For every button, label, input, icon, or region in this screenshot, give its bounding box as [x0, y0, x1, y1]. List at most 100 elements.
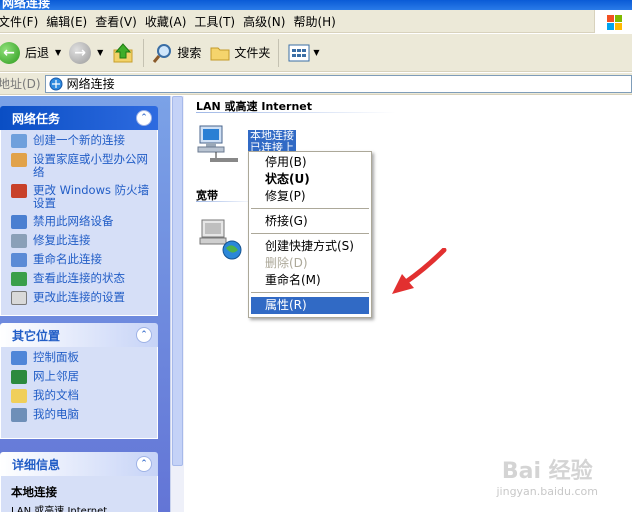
windows-logo-icon [594, 10, 632, 33]
task-label: 查看此连接的状态 [33, 271, 125, 285]
other-places-title: 其它位置 [12, 328, 61, 343]
network-tasks-header[interactable]: 网络任务 ⌃ [0, 106, 158, 130]
control-panel-icon [11, 351, 27, 365]
menu-item-rename[interactable]: 重命名(M) [251, 272, 369, 289]
task-change-settings[interactable]: 更改此连接的设置 [11, 291, 151, 305]
toolbar-separator [278, 38, 280, 67]
menu-file[interactable]: 文件(F) [0, 13, 44, 30]
my-computer-icon [11, 408, 27, 422]
task-label: 更改此连接的设置 [33, 290, 125, 304]
up-button[interactable] [107, 37, 139, 69]
group-lan-divider [196, 112, 396, 113]
menu-item-delete: 删除(D) [265, 256, 308, 270]
menu-edit[interactable]: 编辑(E) [46, 13, 93, 30]
details-type: LAN 或高速 Internet [11, 506, 108, 512]
menu-item-status[interactable]: 状态(U) [251, 171, 369, 188]
search-button[interactable]: 搜索 [148, 37, 205, 69]
folder-icon [210, 47, 230, 60]
task-label: 创建一个新的连接 [33, 133, 125, 147]
toolbar: ← 后退 ▼ → ▼ 搜索 文件夹 ▼ [0, 34, 632, 72]
watermark-brand: Bai 经验 [501, 459, 593, 484]
toolbar-separator [143, 38, 145, 67]
menu-separator [251, 208, 369, 209]
collapse-icon[interactable]: ⌃ [136, 327, 152, 343]
task-firewall[interactable]: 更改 Windows 防火墙设置 [11, 184, 151, 210]
menu-item-bridge[interactable]: 桥接(G) [251, 213, 369, 230]
menu-advanced[interactable]: 高级(N) [243, 13, 291, 30]
views-dropdown-icon: ▼ [313, 48, 320, 57]
network-tasks-title: 网络任务 [12, 111, 61, 126]
task-repair[interactable]: 修复此连接 [11, 234, 151, 248]
place-label: 我的文档 [33, 388, 79, 402]
back-dropdown-icon[interactable]: ▼ [55, 48, 61, 57]
repair-icon [11, 234, 27, 248]
network-tasks-panel: 网络任务 ⌃ 创建一个新的连接 设置家庭或小型办公网络 更改 Windows 防… [0, 106, 158, 316]
menu-tools[interactable]: 工具(T) [194, 13, 241, 30]
menu-view[interactable]: 查看(V) [95, 13, 143, 30]
task-label: 设置家庭或小型办公网络 [33, 152, 148, 179]
firewall-icon [11, 184, 27, 198]
scrollbar-thumb[interactable] [172, 96, 183, 466]
network-tasks-body: 创建一个新的连接 设置家庭或小型办公网络 更改 Windows 防火墙设置 禁用… [0, 130, 158, 316]
task-label: 重命名此连接 [33, 252, 102, 266]
folders-button[interactable]: 文件夹 [205, 37, 274, 69]
task-rename[interactable]: 重命名此连接 [11, 253, 151, 267]
details-body: 本地连接 LAN 或高速 Internet [0, 476, 158, 512]
network-places-icon [11, 370, 27, 384]
back-label: 后退 [25, 46, 50, 60]
collapse-icon[interactable]: ⌃ [136, 110, 152, 126]
task-pane: 网络任务 ⌃ 创建一个新的连接 设置家庭或小型办公网络 更改 Windows 防… [0, 96, 184, 512]
task-label: 更改 Windows 防火墙设置 [33, 183, 150, 210]
place-my-computer[interactable]: 我的电脑 [11, 408, 151, 422]
menu-item-disable[interactable]: 停用(B) [251, 154, 369, 171]
address-value: 网络连接 [66, 77, 115, 91]
menu-help[interactable]: 帮助(H) [293, 13, 341, 30]
group-broadband-divider [196, 201, 256, 202]
collapse-icon[interactable]: ⌃ [136, 456, 152, 472]
address-bar: 地址(D) 网络连接 [0, 73, 632, 95]
menu-item-repair[interactable]: 修复(P) [251, 188, 369, 205]
forward-button[interactable]: → ▼ [65, 37, 107, 69]
address-label: 地址(D) [0, 77, 41, 91]
menu-favorites[interactable]: 收藏(A) [145, 13, 193, 30]
title-bar: 网络连接 [0, 0, 632, 10]
other-places-panel: 其它位置 ⌃ 控制面板 网上邻居 我的文档 我的电脑 [0, 323, 158, 439]
menu-item-properties[interactable]: 属性(R) [251, 297, 369, 314]
network-connections-icon [49, 77, 63, 90]
rename-icon [11, 253, 27, 267]
back-arrow-icon: ← [0, 41, 20, 64]
details-header[interactable]: 详细信息 ⌃ [0, 452, 158, 476]
place-label: 网上邻居 [33, 369, 79, 383]
watermark: Bai 经验 jingyan.baidu.com [496, 453, 598, 498]
folder-up-icon [113, 42, 133, 62]
details-name: 本地连接 [11, 485, 57, 499]
my-documents-icon [11, 389, 27, 403]
task-home-network[interactable]: 设置家庭或小型办公网络 [11, 153, 151, 179]
task-pane-scrollbar[interactable] [170, 96, 184, 512]
status-icon [11, 272, 27, 286]
task-view-status[interactable]: 查看此连接的状态 [11, 272, 151, 286]
back-button[interactable]: ← 后退 ▼ [0, 37, 65, 69]
forward-arrow-icon: → [69, 41, 92, 64]
place-my-documents[interactable]: 我的文档 [11, 389, 151, 403]
window-title: 网络连接 [2, 0, 51, 10]
task-label: 禁用此网络设备 [33, 214, 114, 228]
new-connection-icon [11, 134, 27, 148]
disable-device-icon [11, 215, 27, 229]
local-connection-icon[interactable] [196, 124, 240, 164]
folders-label: 文件夹 [234, 46, 271, 60]
menu-bar: 文件(F) 编辑(E) 查看(V) 收藏(A) 工具(T) 高级(N) 帮助(H… [0, 10, 632, 33]
broadband-connection-icon[interactable] [198, 218, 244, 262]
views-button[interactable]: ▼ [283, 37, 323, 69]
task-disable-device[interactable]: 禁用此网络设备 [11, 215, 151, 229]
menu-item-create-shortcut[interactable]: 创建快捷方式(S) [251, 238, 369, 255]
other-places-header[interactable]: 其它位置 ⌃ [0, 323, 158, 347]
place-network-places[interactable]: 网上邻居 [11, 370, 151, 384]
menu-separator [251, 292, 369, 293]
home-network-icon [11, 153, 27, 167]
task-create-connection[interactable]: 创建一个新的连接 [11, 134, 151, 148]
address-input[interactable]: 网络连接 [44, 74, 632, 93]
place-control-panel[interactable]: 控制面板 [11, 351, 151, 365]
forward-dropdown-icon[interactable]: ▼ [97, 48, 103, 57]
watermark-url: jingyan.baidu.com [496, 485, 598, 498]
